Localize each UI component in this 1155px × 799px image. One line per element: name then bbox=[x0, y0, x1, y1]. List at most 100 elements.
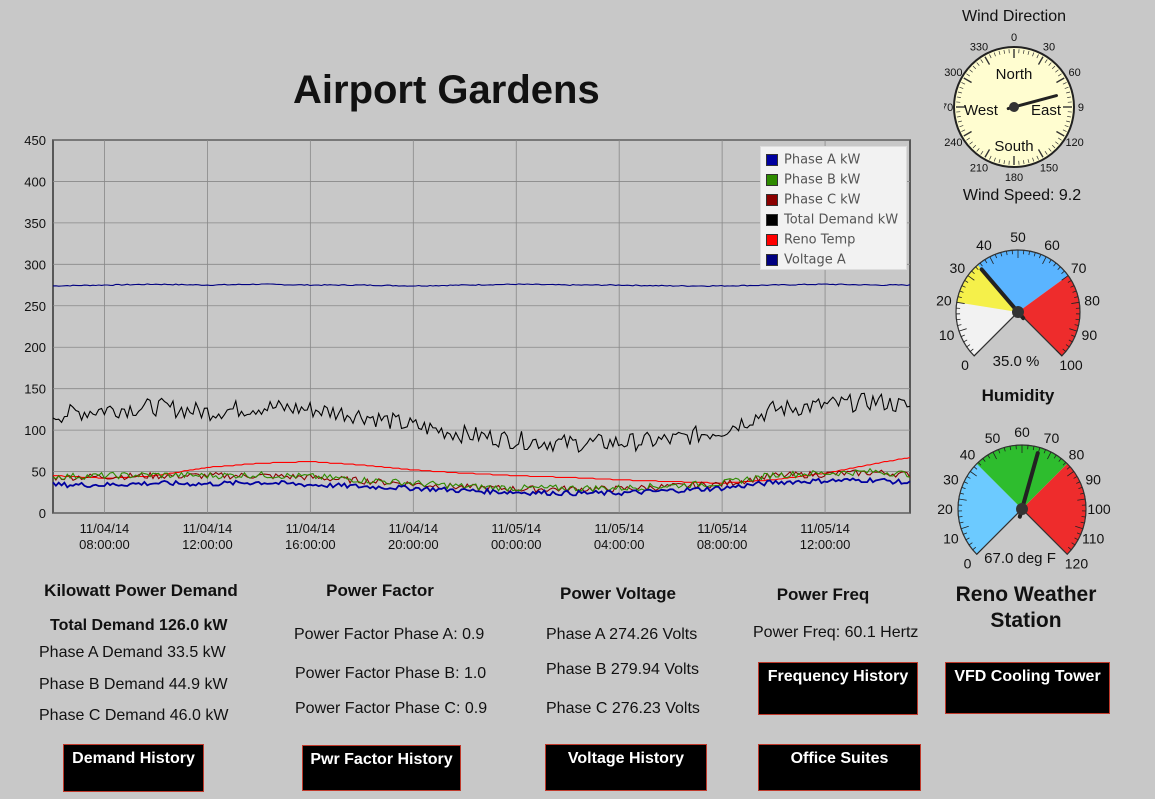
legend-label: Reno Temp bbox=[784, 232, 856, 248]
humidity-gauge-scale-label: 50 bbox=[1010, 229, 1026, 245]
legend-item: Reno Temp bbox=[766, 231, 855, 247]
legend-swatch bbox=[766, 253, 778, 266]
temperature-gauge: 0 10 20 3040 50 60 70 8090 100 110 120 67.0 deg F bbox=[937, 424, 1111, 571]
wind-degree-label: 270 bbox=[944, 102, 953, 114]
pf-phase-a: Power Factor Phase A: 0.9 bbox=[294, 626, 485, 643]
total-demand: Total Demand 126.0 kW bbox=[50, 617, 228, 634]
x-tick-date: 11/05/14 bbox=[800, 521, 850, 536]
x-tick-time: 16:00:00 bbox=[285, 537, 336, 552]
y-tick-label: 100 bbox=[24, 423, 46, 438]
humidity-gauge-scale-label: 40 bbox=[976, 237, 992, 253]
x-tick-time: 08:00:00 bbox=[697, 537, 748, 552]
temperature-gauge-scale-label: 20 bbox=[937, 501, 953, 517]
power-chart: 0 50 100 150 200 250 300 350 400 450 11/04/14 08:00… bbox=[24, 133, 911, 552]
legend-item: Phase B kW bbox=[766, 171, 860, 187]
legend-item: Phase C kW bbox=[766, 191, 861, 207]
x-tick-time: 08:00:00 bbox=[79, 537, 130, 552]
y-tick-label: 50 bbox=[32, 465, 46, 480]
power-freq-value: Power Freq: 60.1 Hertz bbox=[753, 624, 919, 641]
legend-label: Phase B kW bbox=[784, 172, 861, 188]
humidity-gauge-scale-label: 100 bbox=[1059, 357, 1083, 373]
wind-degree-label: 120 bbox=[1065, 137, 1083, 149]
legend-swatch bbox=[766, 233, 778, 246]
temperature-gauge-scale-label: 60 bbox=[1014, 424, 1030, 440]
legend-item: Total Demand kW bbox=[766, 211, 898, 227]
legend-item: Phase A kW bbox=[766, 151, 860, 167]
temperature-gauge-scale-label: 120 bbox=[1065, 555, 1089, 571]
legend-label: Total Demand kW bbox=[784, 212, 899, 228]
legend-swatch bbox=[766, 153, 778, 166]
y-tick-label: 250 bbox=[24, 299, 46, 314]
legend-label: Phase C kW bbox=[784, 192, 861, 208]
x-tick-time: 00:00:00 bbox=[491, 537, 542, 552]
wind-direction-gauge: 0 30 60 90 120 150 180 210 240 270 300 330 North Sout… bbox=[944, 32, 1084, 184]
frequency-history-button[interactable]: Frequency History bbox=[758, 662, 918, 715]
x-tick-date: 11/05/14 bbox=[491, 521, 541, 536]
y-tick-label: 150 bbox=[24, 382, 46, 397]
x-tick-time: 20:00:00 bbox=[388, 537, 439, 552]
compass-north-label: North bbox=[996, 66, 1033, 83]
x-tick-date: 11/04/14 bbox=[183, 521, 233, 536]
humidity-gauge-tick bbox=[1075, 318, 1080, 321]
wind-degree-label: 30 bbox=[1043, 41, 1055, 53]
wind-degree-label: 330 bbox=[970, 41, 988, 53]
office-suites-button[interactable]: Office Suites bbox=[758, 744, 921, 791]
humidity-gauge-scale-label: 70 bbox=[1071, 260, 1087, 276]
freq-section-title: Power Freq bbox=[776, 585, 870, 604]
x-tick-time: 04:00:00 bbox=[594, 537, 645, 552]
voltage-phase-a: Phase A 274.26 Volts bbox=[546, 626, 698, 643]
wind-degree-label: 150 bbox=[1040, 163, 1058, 175]
humidity-gauge-scale-label: 80 bbox=[1084, 292, 1100, 308]
humidity-gauge-scale-label: 20 bbox=[936, 292, 952, 308]
temperature-gauge-scale-label: 110 bbox=[1082, 530, 1105, 546]
legend-item: Voltage A bbox=[766, 251, 846, 267]
y-tick-label: 200 bbox=[24, 340, 46, 355]
x-tick-date: 11/04/14 bbox=[388, 521, 438, 536]
x-tick-time: 12:00:00 bbox=[800, 537, 851, 552]
pf-phase-b: Power Factor Phase B: 1.0 bbox=[295, 665, 487, 682]
y-tick-label: 350 bbox=[24, 216, 46, 231]
humidity-gauge-hub bbox=[1012, 306, 1024, 318]
humidity-readout: 35.0 % bbox=[993, 353, 1040, 370]
reno-weather-station-title: Reno Weather Station bbox=[955, 583, 1097, 632]
x-tick-time: 12:00:00 bbox=[182, 537, 233, 552]
y-tick-label: 0 bbox=[39, 506, 46, 521]
compass-south-label: South bbox=[994, 138, 1033, 155]
temperature-gauge-tick bbox=[958, 516, 963, 518]
wind-degree-label: 180 bbox=[1005, 172, 1023, 184]
humidity-gauge-tick bbox=[956, 318, 961, 321]
wind-degree-label: 210 bbox=[970, 163, 988, 175]
voltage-phase-b: Phase B 279.94 Volts bbox=[546, 661, 699, 678]
wind-degree-label: 240 bbox=[944, 137, 962, 149]
temperature-gauge-tick bbox=[1081, 516, 1086, 518]
demand-history-button[interactable]: Demand History bbox=[63, 744, 204, 792]
kw-section-title: Kilowatt Power Demand bbox=[44, 581, 238, 600]
temperature-gauge-scale-label: 100 bbox=[1087, 501, 1111, 517]
humidity-gauge-scale-label: 90 bbox=[1082, 327, 1098, 343]
y-tick-label: 300 bbox=[24, 257, 46, 272]
legend-label: Phase A kW bbox=[784, 152, 861, 168]
voltage-history-button[interactable]: Voltage History bbox=[545, 744, 707, 791]
phase-a-demand: Phase A Demand 33.5 kW bbox=[39, 644, 226, 661]
wind-degree-label: 0 bbox=[1011, 32, 1017, 44]
humidity-label: Humidity bbox=[981, 386, 1055, 405]
temperature-gauge-hub bbox=[1016, 503, 1028, 515]
temperature-gauge-scale-label: 70 bbox=[1044, 430, 1060, 446]
pwr-factor-history-button[interactable]: Pwr Factor History bbox=[302, 745, 461, 791]
wind-degree-label: 60 bbox=[1068, 67, 1080, 79]
temperature-readout: 67.0 deg F bbox=[984, 550, 1056, 567]
pf-phase-c: Power Factor Phase C: 0.9 bbox=[295, 700, 488, 717]
legend-label: Voltage A bbox=[784, 252, 846, 268]
humidity-gauge-scale-label: 0 bbox=[961, 357, 969, 373]
pf-section-title: Power Factor bbox=[326, 581, 434, 600]
humidity-gauge: 0 10 20 30 40 50 60 70 80 90 100 35.0 % bbox=[936, 229, 1100, 373]
temperature-gauge-scale-label: 50 bbox=[985, 430, 1001, 446]
vfd-cooling-tower-button[interactable]: VFD Cooling Tower bbox=[945, 662, 1110, 714]
y-tick-label: 450 bbox=[24, 133, 46, 148]
temperature-gauge-scale-label: 40 bbox=[960, 447, 976, 463]
wind-speed-value: Wind Speed: 9.2 bbox=[962, 187, 1082, 204]
y-tick-label: 400 bbox=[24, 174, 46, 189]
chart-legend: Phase A kW Phase B kW Phase C kW Total Dema… bbox=[760, 146, 907, 270]
compass-east-label: East bbox=[1031, 102, 1062, 119]
x-tick-date: 11/04/14 bbox=[286, 521, 336, 536]
